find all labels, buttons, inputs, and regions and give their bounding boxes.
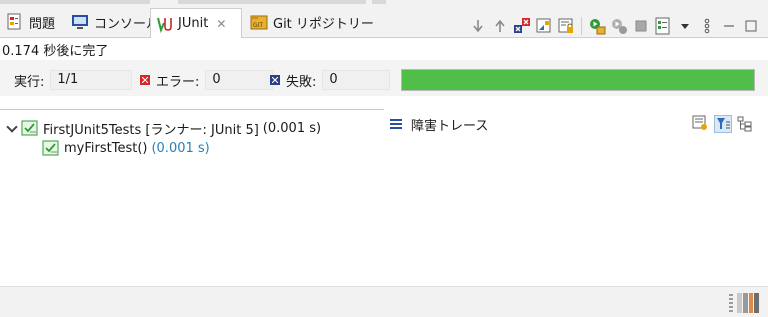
- test-counters-bar: 実行: 1/1 エラー: 0 失敗: 0: [0, 60, 768, 96]
- console-icon: [71, 13, 89, 31]
- error-icon: [140, 75, 150, 85]
- failures-counter: 失敗: 0: [270, 70, 391, 90]
- completion-status: 0.174 秒後に完了: [2, 44, 109, 59]
- view-tab-bar: 問題 コンソール JUnit ✕ GIT Git リポジトリー: [0, 5, 768, 39]
- tab-junit[interactable]: JUnit ✕: [150, 8, 242, 39]
- tree-item-suite[interactable]: FirstJUnit5Tests [ランナー: JUnit 5] (0.001 …: [6, 118, 321, 138]
- git-icon: GIT: [250, 13, 268, 31]
- svg-text:GIT: GIT: [253, 22, 263, 29]
- scroll-lock-icon[interactable]: [535, 17, 553, 35]
- test-progress-fill: [402, 70, 754, 90]
- rerun-failed-first-icon[interactable]: [610, 17, 628, 35]
- test-name: myFirstTest(): [64, 140, 148, 156]
- previous-failure-icon[interactable]: [491, 17, 509, 35]
- maximize-icon[interactable]: [742, 17, 760, 35]
- junit-view-panel: 0.174 秒後に完了 実行: 1/1 エラー: 0 失敗: 0 FirstJU…: [0, 38, 768, 286]
- top-strip-segment: [372, 0, 386, 4]
- top-strip-segment: [0, 0, 150, 4]
- tab-git-repositories[interactable]: GIT Git リポジトリー: [250, 9, 374, 35]
- next-failure-icon[interactable]: [469, 17, 487, 35]
- test-history-icon[interactable]: [654, 17, 672, 35]
- tab-console[interactable]: コンソール: [71, 9, 159, 35]
- tab-problems[interactable]: 問題: [6, 9, 55, 35]
- top-strip-segment: [178, 0, 366, 4]
- tab-junit-label: JUnit: [178, 16, 209, 31]
- tree-item-test[interactable]: myFirstTest() (0.001 s): [42, 138, 210, 158]
- test-passed-icon: [42, 139, 60, 157]
- more-icon[interactable]: [698, 17, 716, 35]
- filter-stack-trace-icon[interactable]: [714, 115, 732, 133]
- tree-divider: [0, 109, 384, 110]
- suite-name: FirstJUnit5Tests [ランナー: JUnit 5]: [43, 122, 259, 138]
- chevron-down-icon[interactable]: [6, 122, 18, 134]
- errors-label: エラー:: [156, 74, 200, 90]
- lock-icon[interactable]: [557, 17, 575, 35]
- minimize-icon[interactable]: [720, 17, 738, 35]
- runs-counter: 実行: 1/1: [14, 70, 133, 90]
- runs-label: 実行:: [14, 74, 45, 90]
- suite-time: (0.001 s): [262, 120, 322, 136]
- show-failures-only-icon[interactable]: [513, 17, 531, 35]
- test-time: (0.001 s): [151, 140, 210, 156]
- failure-trace-label: 障害トレース: [411, 118, 489, 134]
- failure-icon: [270, 75, 280, 85]
- errors-value: 0: [205, 70, 274, 90]
- toolbar-separator: [581, 17, 582, 35]
- heap-status-indicator[interactable]: [737, 293, 759, 313]
- rerun-test-icon[interactable]: [588, 17, 606, 35]
- copy-trace-icon[interactable]: [736, 115, 754, 133]
- test-suite-icon: [21, 119, 39, 137]
- stop-icon[interactable]: [632, 17, 650, 35]
- compare-result-icon[interactable]: [692, 115, 710, 133]
- errors-counter: エラー: 0: [140, 70, 274, 90]
- failures-label: 失敗:: [286, 74, 317, 90]
- runs-value: 1/1: [50, 70, 133, 90]
- stack-trace-icon: [389, 117, 403, 131]
- junit-icon: [155, 15, 173, 33]
- bottom-status-bar: [0, 286, 768, 317]
- resize-grip[interactable]: [729, 294, 733, 312]
- close-icon[interactable]: ✕: [216, 17, 226, 31]
- problems-icon: [6, 13, 24, 31]
- junit-toolbar: [469, 13, 760, 39]
- test-progress-bar: [401, 69, 755, 91]
- tab-git-label: Git リポジトリー: [273, 16, 374, 32]
- tab-problems-label: 問題: [29, 16, 56, 32]
- failures-value: 0: [322, 70, 391, 90]
- failure-trace-toolbar: [692, 112, 754, 136]
- view-menu-icon[interactable]: [676, 17, 694, 35]
